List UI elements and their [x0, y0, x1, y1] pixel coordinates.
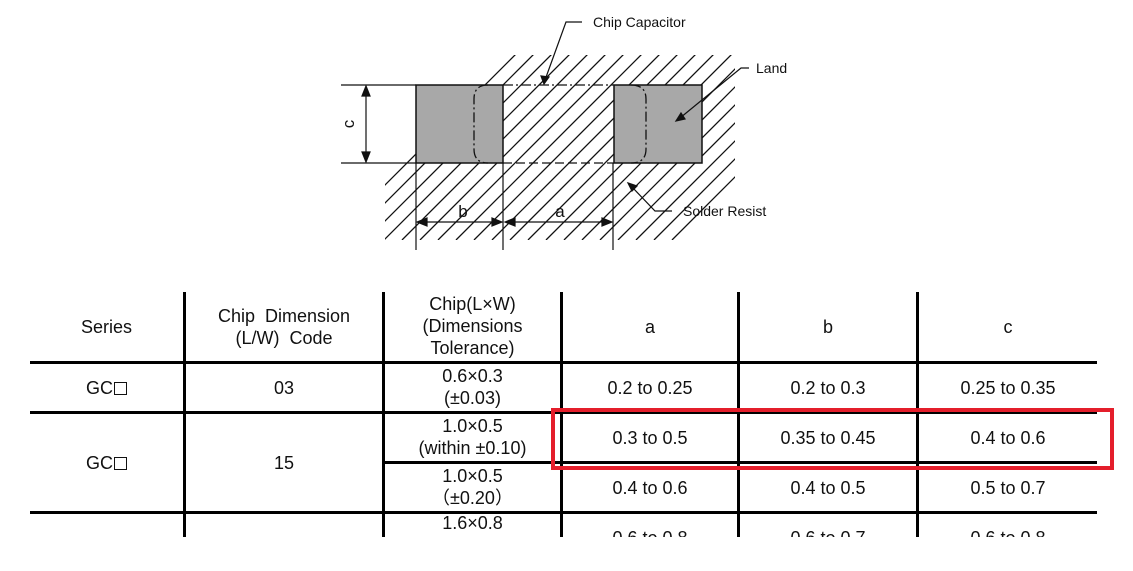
table-row-c: 0.5 to 0.7	[970, 477, 1046, 498]
table-row-c: 0.25 to 0.35	[960, 377, 1056, 398]
table-row-a: 0.2 to 0.25	[607, 377, 693, 398]
table-row-series: GC	[30, 414, 183, 511]
table-row-code: 03	[273, 377, 295, 398]
placeholder-box-icon	[114, 381, 127, 395]
hatch-line	[780, 50, 970, 240]
header-series: Series	[80, 316, 133, 337]
table-row-b: 0.2 to 0.3	[790, 377, 866, 398]
solder-resist-label: Solder Resist	[683, 203, 766, 219]
placeholder-box-icon	[114, 456, 127, 470]
land-pad-right	[613, 84, 703, 164]
hatch-line	[744, 50, 934, 240]
table-row-code: 15	[273, 452, 295, 473]
dimension-ab	[415, 163, 614, 250]
header-chip-lw: Chip(L×W) (Dimensions Tolerance)	[422, 293, 523, 358]
header-c: c	[1003, 316, 1013, 337]
table-row-series: GC	[30, 364, 183, 411]
table-row-chip-size: 1.0×0.5 (within ±0.10)	[418, 415, 527, 458]
header-a: a	[644, 316, 655, 337]
hatch-line	[762, 50, 952, 240]
table-row-b: 0.4 to 0.5	[790, 477, 866, 498]
dimension-a-label: a	[555, 202, 565, 221]
land-pattern-diagram: c b a Chip Capacitor Land Solder Resist	[339, 14, 970, 250]
dimension-b-label: b	[458, 202, 467, 221]
header-chip-dimension-code: Chip Dimension (L/W) Code	[217, 305, 351, 348]
table-row-a: 0.4 to 0.6	[612, 477, 688, 498]
table-row-chip-size: 0.6×0.3 (±0.03)	[442, 365, 503, 408]
highlight-box	[551, 408, 1114, 470]
header-b: b	[822, 316, 833, 337]
land-pad-left	[415, 84, 504, 164]
chip-capacitor-label: Chip Capacitor	[593, 14, 686, 30]
table-row-chip-size: 1.0×0.5 （±0.20）	[432, 465, 513, 508]
page-crop-edge	[0, 537, 1133, 571]
dimension-c-label: c	[339, 119, 358, 128]
land-label: Land	[756, 60, 787, 76]
